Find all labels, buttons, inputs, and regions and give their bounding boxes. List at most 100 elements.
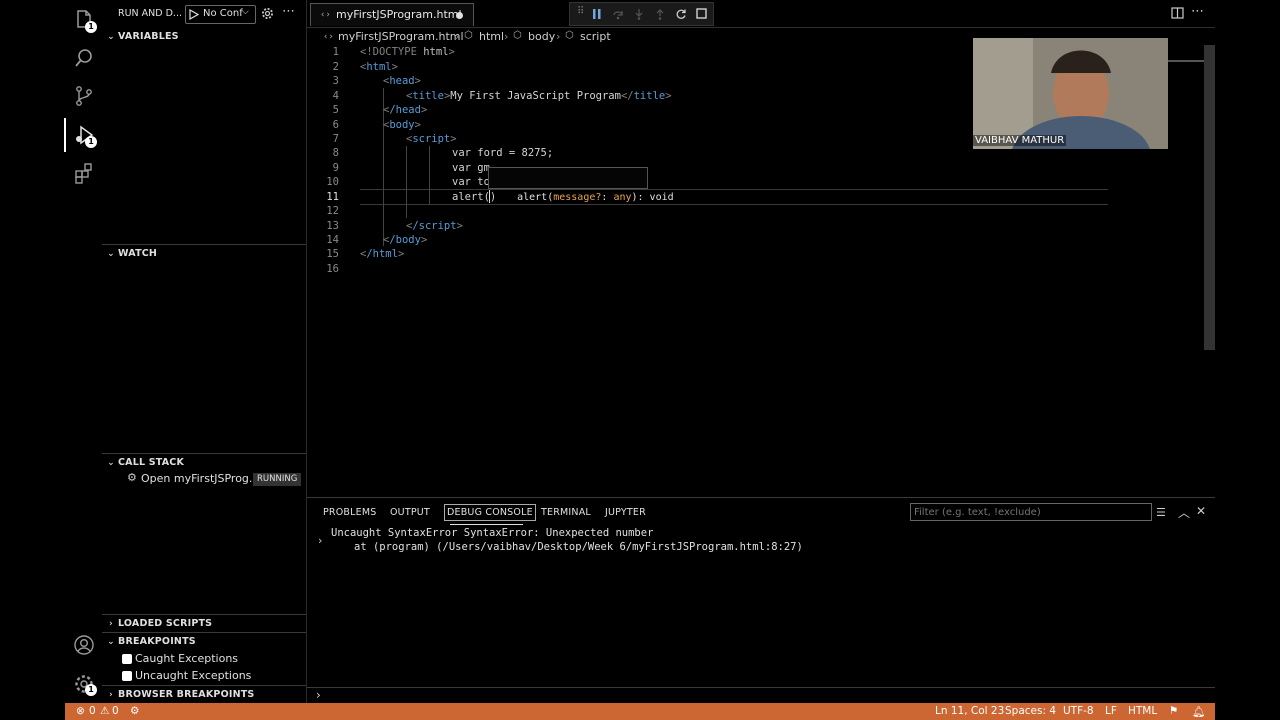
language-mode[interactable]: HTML	[1128, 705, 1157, 717]
feedback-icon[interactable]: ⚑	[1169, 705, 1178, 717]
tab-terminal[interactable]: TERMINAL	[541, 507, 591, 518]
more-actions-icon[interactable]: ⋯	[1191, 4, 1204, 19]
code-line[interactable]: var to	[452, 176, 490, 188]
call-stack-item-label: Open myFirstJSProg...	[141, 472, 260, 485]
tab-jupyter[interactable]: JUPYTER	[605, 507, 646, 518]
line-number: 9	[332, 162, 339, 174]
errors-icon[interactable]: ⊗	[76, 705, 85, 717]
code-line[interactable]: var gm	[452, 162, 490, 174]
line-number: 13	[326, 220, 339, 232]
line-number: 14	[326, 234, 339, 246]
drag-handle-icon[interactable]: ⠿	[577, 6, 584, 17]
warning-count[interactable]: 0	[112, 705, 119, 717]
step-out-icon[interactable]	[654, 8, 666, 20]
chevron-right-icon[interactable]: ›	[318, 534, 322, 547]
clear-console-icon[interactable]: ☰	[1156, 506, 1166, 519]
line-number: 16	[326, 263, 339, 275]
console-prompt-icon[interactable]: ›	[316, 688, 321, 702]
gear-icon[interactable]	[261, 7, 274, 20]
code-line[interactable]: </script>	[406, 220, 463, 232]
code-line[interactable]: <head>	[383, 75, 421, 87]
chevron-down-icon: ⌄	[107, 249, 115, 259]
encoding[interactable]: UTF-8	[1063, 705, 1094, 717]
code-line[interactable]: </head>	[383, 104, 427, 116]
code-line[interactable]: var ford = 8275;	[452, 147, 553, 159]
uncaught-exceptions-checkbox[interactable]	[122, 671, 132, 681]
breadcrumb-script[interactable]: script	[580, 30, 611, 43]
chevron-down-icon: ⌄	[107, 637, 115, 647]
explorer-icon[interactable]: 1	[72, 8, 97, 33]
breakpoints-section-header[interactable]: ⌄ BREAKPOINTS	[102, 632, 306, 650]
sidebar-title: RUN AND D...	[118, 8, 182, 19]
debug-config-select[interactable]: No Conf ⌵	[185, 5, 256, 24]
uncaught-exceptions-label: Uncaught Exceptions	[135, 669, 252, 682]
activity-bar: 1 1 1	[64, 0, 103, 703]
tab-debug-console[interactable]: DEBUG CONSOLE	[444, 504, 536, 521]
code-line[interactable]: </body>	[383, 234, 427, 246]
call-stack-item[interactable]: ⚙ Open myFirstJSProg... RUNNING	[102, 471, 306, 488]
editor-scrollbar[interactable]	[1204, 45, 1215, 350]
caught-exceptions-checkbox[interactable]	[122, 654, 132, 664]
active-indicator	[64, 118, 66, 152]
account-icon[interactable]	[72, 633, 96, 657]
source-control-icon[interactable]	[72, 84, 96, 108]
call-stack-section-header[interactable]: ⌄ CALL STACK	[102, 453, 306, 471]
notifications-bell-icon[interactable]: 🔔︎	[1192, 705, 1205, 718]
breadcrumb-html[interactable]: html	[479, 30, 504, 43]
editor-tab[interactable]: ‹› myFirstJSProgram.html	[310, 3, 474, 26]
step-into-icon[interactable]	[633, 8, 645, 20]
extensions-icon[interactable]	[72, 161, 96, 185]
watch-section-header[interactable]: ⌄ WATCH	[102, 244, 306, 262]
console-error-location[interactable]: at (program) (/Users/vaibhav/Desktop/Wee…	[354, 541, 803, 553]
tab-label: myFirstJSProgram.html	[336, 8, 462, 21]
loaded-scripts-section-header[interactable]: › LOADED SCRIPTS	[102, 614, 306, 632]
explorer-badge: 1	[85, 21, 97, 33]
webcam-video: VAIBHAV MATHUR	[973, 38, 1168, 149]
participant-name: VAIBHAV MATHUR	[973, 135, 1067, 146]
code-line[interactable]: </html>	[360, 248, 404, 260]
line-ending[interactable]: LF	[1105, 705, 1117, 717]
status-bar: ⊗ 0 ⚠ 0 ⚙ Ln 11, Col 23 Spaces: 4 UTF-8 …	[65, 703, 1215, 720]
maximize-panel-icon[interactable]: ︿	[1178, 504, 1190, 521]
tab-output[interactable]: OUTPUT	[390, 507, 430, 518]
breadcrumb-separator-icon: ›	[504, 30, 509, 43]
search-icon[interactable]	[72, 46, 96, 70]
element-icon: ⬡	[464, 30, 473, 41]
line-number: 12	[326, 205, 339, 217]
stop-icon[interactable]	[696, 8, 707, 19]
code-line[interactable]: <title>My First JavaScript Program</titl…	[406, 90, 672, 102]
step-over-icon[interactable]	[612, 8, 624, 20]
config-select-value: No Conf	[203, 8, 243, 19]
debug-status-icon[interactable]: ⚙	[130, 705, 139, 717]
split-editor-icon[interactable]	[1171, 7, 1184, 19]
debug-badge: 1	[85, 136, 97, 148]
breadcrumb-body[interactable]: body	[528, 30, 555, 43]
code-line[interactable]: <script>	[406, 133, 457, 145]
indentation[interactable]: Spaces: 4	[1005, 705, 1056, 717]
settings-gear-icon[interactable]: 1	[72, 672, 97, 696]
breadcrumb-file[interactable]: myFirstJSProgram.html	[338, 30, 464, 43]
tab-problems[interactable]: PROBLEMS	[323, 507, 376, 518]
restart-icon[interactable]	[675, 8, 687, 20]
browser-breakpoints-section-header[interactable]: › BROWSER BREAKPOINTS	[102, 685, 306, 703]
element-icon: ⬡	[565, 30, 574, 41]
code-line[interactable]: <!DOCTYPE html>	[360, 46, 455, 58]
chevron-down-icon: ⌵	[242, 7, 249, 17]
line-number: 10	[326, 176, 339, 188]
variables-section-header[interactable]: ⌄ VARIABLES	[102, 28, 306, 45]
console-filter-input[interactable]	[910, 503, 1152, 521]
line-number: 7	[332, 133, 339, 145]
cursor-position[interactable]: Ln 11, Col 23	[935, 705, 1004, 717]
line-number: 2	[332, 61, 339, 73]
more-actions-icon[interactable]: ⋯	[282, 4, 295, 19]
code-line[interactable]: <html>	[360, 61, 398, 73]
run-debug-icon[interactable]: 1	[72, 123, 97, 148]
pause-icon[interactable]	[592, 9, 602, 19]
close-panel-icon[interactable]: ✕	[1196, 504, 1206, 518]
run-debug-sidebar: RUN AND D... No Conf ⌵ ⋯ ⌄ VARIABLES ⌄ WAT…	[102, 0, 307, 703]
warning-icon[interactable]: ⚠	[100, 705, 109, 717]
code-line[interactable]: <body>	[383, 119, 421, 131]
unsaved-dot-icon[interactable]	[456, 12, 463, 19]
error-count[interactable]: 0	[89, 705, 96, 717]
indent-guide	[429, 146, 430, 204]
